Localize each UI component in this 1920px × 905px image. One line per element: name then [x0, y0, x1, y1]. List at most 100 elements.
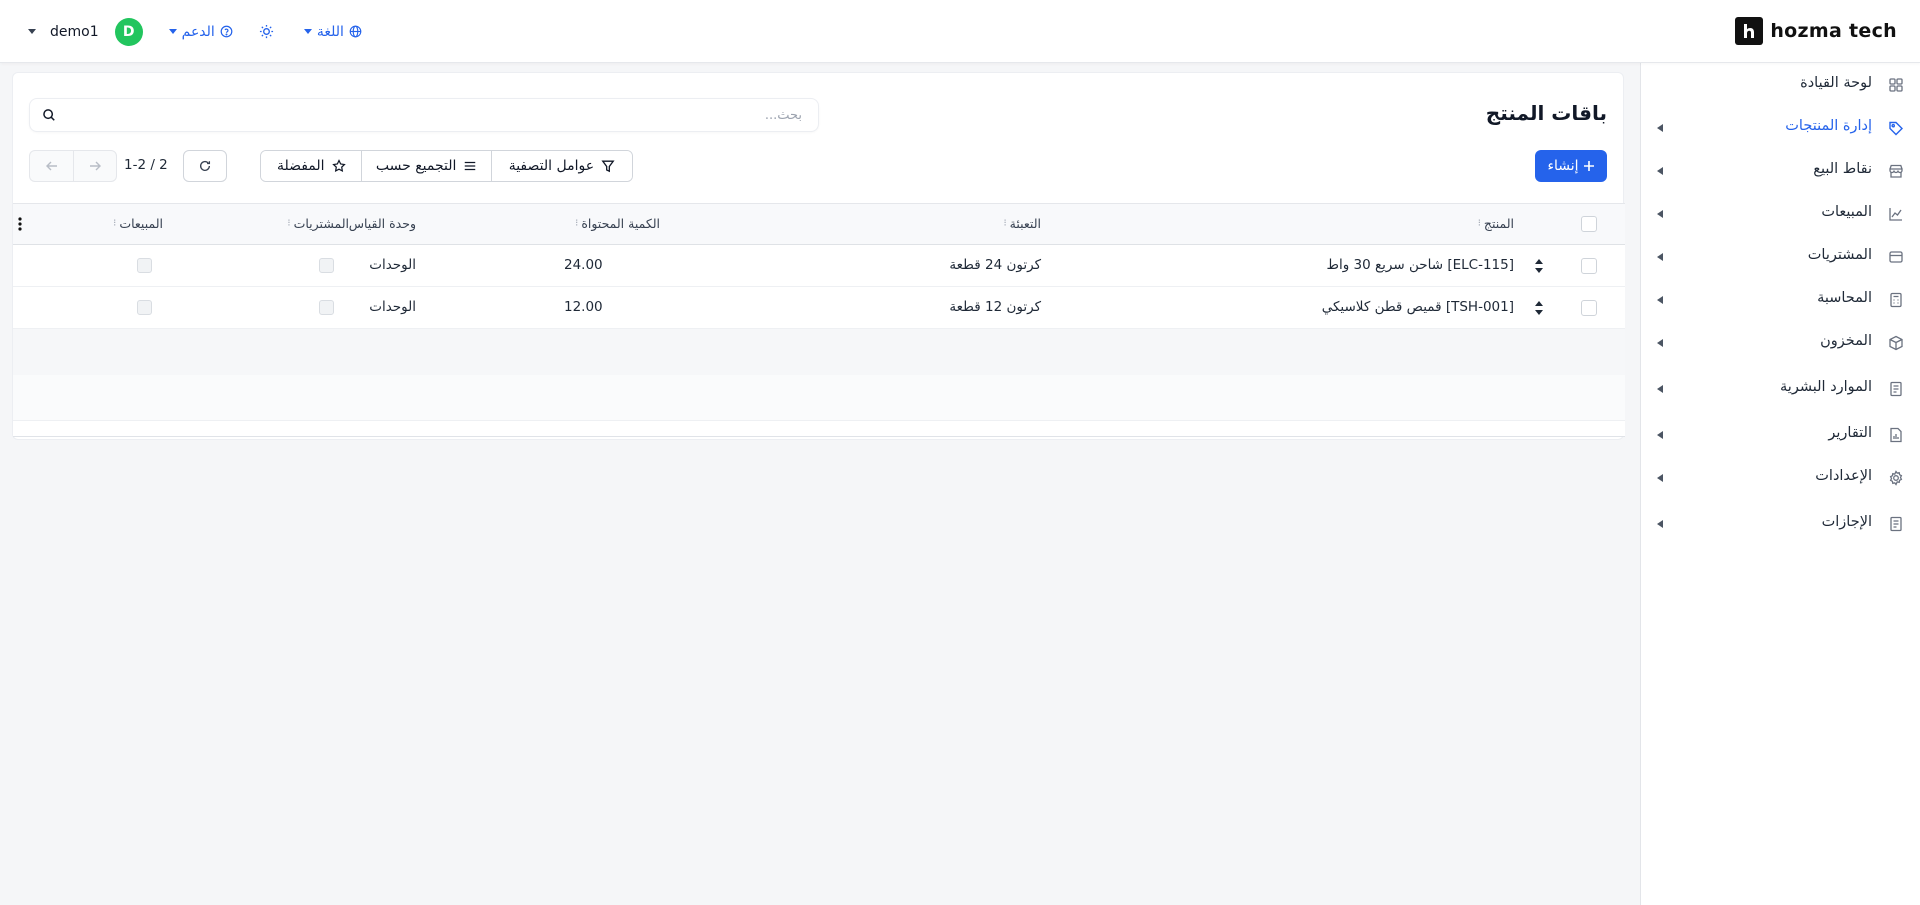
favorites-label: المفضلة	[276, 158, 325, 174]
caret-left-icon	[1657, 253, 1663, 261]
drag-handle-icon[interactable]	[1534, 300, 1544, 316]
filter-icon	[601, 159, 615, 173]
chevron-down-icon	[303, 29, 312, 34]
sidebar-item-accounting[interactable]: المحاسبة	[1640, 280, 1920, 320]
document-icon	[1888, 516, 1904, 532]
favorites-button[interactable]: المفضلة	[261, 151, 363, 181]
select-all-checkbox[interactable]	[1581, 216, 1597, 232]
user-menu[interactable]: demo1 D	[28, 17, 143, 46]
sidebar-item-label: الإجازات	[1821, 514, 1872, 530]
help-circle-icon	[220, 25, 233, 38]
table-footer	[13, 421, 1625, 437]
sidebar-item-sales[interactable]: المبيعات	[1640, 194, 1920, 234]
sidebar-item-leaves[interactable]: الإجازات	[1640, 504, 1920, 544]
sidebar-item-label: إدارة المنتجات	[1785, 118, 1872, 134]
list-icon	[463, 159, 477, 173]
sort-icon: ⁝	[1003, 218, 1006, 229]
theme-toggle[interactable]	[259, 24, 274, 39]
sort-icon: ⁝	[287, 218, 290, 229]
cell-product: [ELC-115] شاحن سريع 30 واط	[1326, 257, 1514, 273]
column-header-product[interactable]: المنتج ⁝	[1478, 216, 1514, 231]
language-label: اللغة	[316, 23, 344, 40]
refresh-icon	[198, 159, 212, 173]
sidebar-item-inventory[interactable]: المخزون	[1640, 323, 1920, 363]
sidebar-item-pos[interactable]: نقاط البيع	[1640, 151, 1920, 191]
sales-checkbox	[137, 300, 152, 315]
sidebar-item-hr[interactable]: الموارد البشرية	[1640, 369, 1920, 409]
sidebar-item-product-management[interactable]: إدارة المنتجات	[1640, 108, 1920, 148]
column-header-packaging[interactable]: التعبئة ⁝	[1003, 216, 1041, 231]
sort-icon: ⁝	[113, 218, 116, 229]
sidebar-item-dashboard[interactable]: لوحة القيادة	[1640, 65, 1920, 105]
drag-handle-icon[interactable]	[1534, 258, 1544, 274]
pager-prev-button[interactable]	[29, 150, 73, 182]
support-label: الدعم	[181, 23, 215, 40]
user-name: demo1	[50, 23, 99, 40]
tag-icon	[1888, 120, 1904, 136]
sales-checkbox	[137, 258, 152, 273]
table-header: المنتج ⁝ التعبئة ⁝ الكمية المحتواة ⁝ وحد…	[13, 203, 1625, 245]
sidebar-item-label: نقاط البيع	[1813, 161, 1872, 177]
top-actions: demo1 D الدعم اللغة	[28, 0, 362, 63]
empty-row	[13, 375, 1625, 421]
filters-button[interactable]: عوامل التصفية	[491, 151, 632, 181]
wallet-icon	[1888, 249, 1904, 265]
cell-packaging: كرتون 12 قطعة	[949, 299, 1041, 315]
chart-line-icon	[1888, 206, 1904, 222]
sidebar-item-settings[interactable]: الإعدادات	[1640, 458, 1920, 498]
calculator-icon	[1888, 292, 1904, 308]
language-menu[interactable]: اللغة	[303, 23, 362, 40]
column-header-uom[interactable]: وحدة القياس	[349, 216, 416, 231]
caret-left-icon	[1657, 474, 1663, 482]
arrow-left-icon	[45, 160, 58, 172]
row-checkbox[interactable]	[1581, 300, 1597, 316]
column-label: وحدة القياس	[348, 216, 416, 231]
sort-icon: ⁝	[575, 218, 578, 229]
create-button[interactable]: إنشاء	[1535, 150, 1607, 182]
cell-contained-qty: 24.00	[564, 257, 603, 273]
sidebar-item-label: الموارد البشرية	[1780, 379, 1872, 395]
packaging-table: المنتج ⁝ التعبئة ⁝ الكمية المحتواة ⁝ وحد…	[13, 203, 1625, 437]
sidebar-item-reports[interactable]: التقارير	[1640, 415, 1920, 455]
column-label: المبيعات	[119, 216, 163, 231]
sidebar-item-label: لوحة القيادة	[1800, 75, 1872, 91]
table-row[interactable]: [ELC-115] شاحن سريع 30 واط كرتون 24 قطعة…	[13, 245, 1625, 287]
column-header-sales[interactable]: ⁝ المبيعات	[113, 216, 163, 231]
search-options-group: عوامل التصفية التجميع حسب المفضلة	[260, 150, 633, 182]
column-label: المنتج	[1483, 216, 1514, 231]
sidebar: لوحة القيادة إدارة المنتجات نقاط البيع ا…	[1640, 63, 1920, 905]
document-icon	[1888, 381, 1904, 397]
sort-icon: ⁝	[1477, 218, 1481, 229]
column-header-purchases[interactable]: ⁝ المشتريات	[287, 216, 349, 231]
globe-icon	[349, 25, 362, 38]
table-row[interactable]: [TSH-001] قميص قطن كلاسيكي كرتون 12 قطعة…	[13, 287, 1625, 329]
sidebar-item-label: المشتريات	[1807, 247, 1872, 263]
column-label: الكمية المحتواة	[581, 216, 660, 231]
column-header-contained-qty[interactable]: الكمية المحتواة ⁝	[575, 216, 660, 231]
caret-left-icon	[1657, 296, 1663, 304]
pager-next-button[interactable]	[73, 150, 117, 182]
column-label: التعبئة	[1009, 216, 1041, 231]
sidebar-item-label: المخزون	[1820, 333, 1872, 349]
grid-icon	[1888, 77, 1904, 93]
cell-product: [TSH-001] قميص قطن كلاسيكي	[1321, 299, 1514, 315]
pager-value[interactable]: 1-2 / 2	[124, 157, 168, 173]
create-label: إنشاء	[1547, 158, 1579, 174]
filters-label: عوامل التصفية	[508, 158, 595, 174]
row-checkbox[interactable]	[1581, 258, 1597, 274]
column-options-icon[interactable]	[18, 217, 22, 231]
brand-logo[interactable]: hozma tech	[1735, 17, 1897, 45]
refresh-button[interactable]	[183, 150, 227, 182]
support-menu[interactable]: الدعم	[168, 23, 233, 40]
cell-uom: الوحدات	[369, 257, 416, 273]
arrow-right-icon	[89, 160, 101, 172]
group-by-button[interactable]: التجميع حسب	[362, 151, 492, 181]
sidebar-item-purchases[interactable]: المشتريات	[1640, 237, 1920, 277]
star-icon	[331, 159, 346, 173]
search-icon[interactable]	[42, 108, 56, 122]
purchases-checkbox	[319, 300, 334, 315]
search-input[interactable]	[78, 99, 818, 131]
cell-packaging: كرتون 24 قطعة	[949, 257, 1041, 273]
chevron-down-icon	[168, 29, 177, 34]
search-box	[29, 98, 819, 132]
